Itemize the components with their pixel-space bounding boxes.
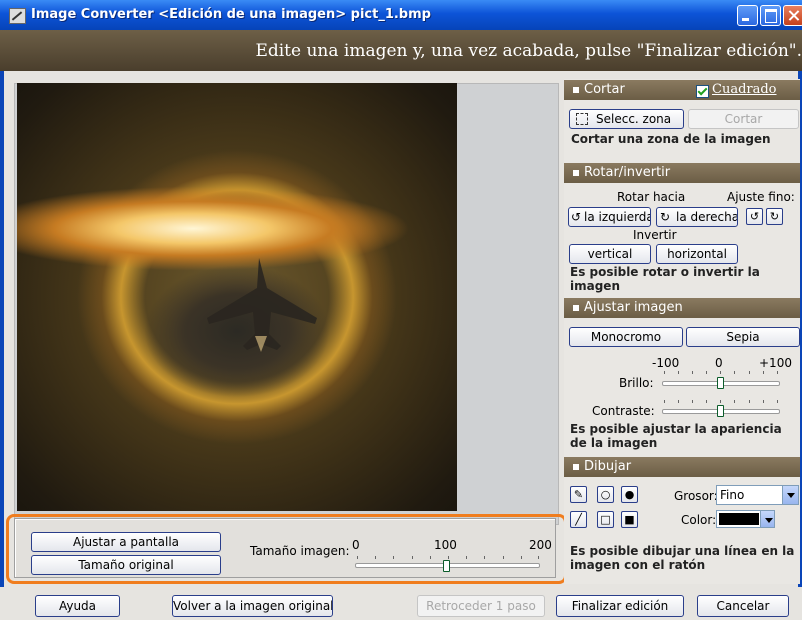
fine-rotate-right-icon: ↻ bbox=[769, 210, 780, 223]
jet-silhouette bbox=[207, 258, 317, 352]
rotate-right-label: la derecha bbox=[676, 210, 738, 224]
chevron-down-icon bbox=[782, 486, 798, 504]
brightness-slider-thumb[interactable] bbox=[717, 377, 724, 389]
contrast-slider-thumb[interactable] bbox=[717, 405, 724, 417]
close-button[interactable] bbox=[783, 5, 802, 26]
adjust-scale-mid: 0 bbox=[715, 356, 723, 370]
rectangle-tool-button[interactable]: □ bbox=[597, 511, 614, 528]
fine-rotate-right-button[interactable]: ↻ bbox=[766, 208, 783, 225]
fine-rotate-left-icon: ↺ bbox=[749, 210, 760, 223]
sepia-button[interactable]: Sepia bbox=[686, 327, 800, 347]
app-icon bbox=[9, 8, 26, 24]
rotate-right-icon: ↻ bbox=[660, 210, 671, 224]
chevron-down-icon bbox=[760, 511, 774, 527]
line-icon: ╱ bbox=[575, 513, 582, 526]
contrast-label: Contraste: bbox=[592, 404, 655, 418]
window-border-left bbox=[0, 71, 4, 620]
rotate-right-button[interactable]: ↻ la derecha bbox=[656, 207, 738, 227]
brightness-ticks bbox=[664, 371, 778, 374]
pen-tool-button[interactable]: ✎ bbox=[570, 486, 587, 503]
select-zone-label: Selecc. zona bbox=[596, 112, 672, 126]
thickness-select[interactable]: Fino bbox=[716, 485, 799, 505]
section-bullet-icon bbox=[573, 170, 579, 176]
thickness-value: Fino bbox=[720, 488, 745, 502]
rotate-left-button[interactable]: ↺ la izquierda bbox=[568, 207, 651, 227]
color-select[interactable] bbox=[716, 510, 775, 528]
rectangle-outline-icon: □ bbox=[600, 513, 611, 526]
maximize-button[interactable] bbox=[760, 5, 781, 26]
cancel-button[interactable]: Cancelar bbox=[697, 595, 789, 617]
contrast-ticks bbox=[664, 400, 778, 403]
title-bar[interactable]: Image Converter <Edición de una imagen> … bbox=[0, 0, 802, 30]
draw-title: Dibujar bbox=[584, 459, 632, 474]
image-preview[interactable] bbox=[17, 83, 457, 511]
finish-edit-button[interactable]: Finalizar edición bbox=[556, 595, 684, 617]
fine-adjust-label: Ajuste fino: bbox=[727, 190, 795, 204]
color-label: Color: bbox=[681, 513, 717, 527]
adjust-section-header: Ajustar imagen bbox=[564, 298, 800, 318]
crop-title: Cortar bbox=[584, 82, 625, 97]
section-bullet-icon bbox=[573, 305, 579, 311]
adjust-scale-max: +100 bbox=[759, 356, 792, 370]
rotate-left-label: la izquierda bbox=[584, 210, 651, 224]
cut-button[interactable]: Cortar bbox=[688, 109, 799, 129]
rotate-section-header: Rotar/invertir bbox=[564, 163, 800, 183]
selection-icon bbox=[576, 113, 588, 125]
rotate-left-icon: ↺ bbox=[571, 210, 582, 224]
filled-rectangle-icon: ■ bbox=[624, 513, 635, 526]
instruction-text: Edite una imagen y, una vez acabada, pul… bbox=[255, 41, 802, 61]
brightness-label: Brillo: bbox=[619, 376, 654, 390]
fine-rotate-left-button[interactable]: ↺ bbox=[746, 208, 763, 225]
app-window: Image Converter <Edición de una imagen> … bbox=[0, 0, 802, 620]
size-panel-highlight bbox=[6, 514, 567, 584]
crop-description: Cortar una zona de la imagen bbox=[571, 132, 771, 146]
pencil-icon: ✎ bbox=[573, 488, 584, 501]
select-zone-button[interactable]: Selecc. zona bbox=[569, 109, 684, 129]
flip-vertical-button[interactable]: vertical bbox=[569, 244, 651, 264]
undo-step-button[interactable]: Retroceder 1 paso bbox=[417, 595, 545, 617]
draw-description: Es posible dibujar una línea en la image… bbox=[570, 544, 795, 572]
adjust-description: Es posible ajustar la apariencia de la i… bbox=[570, 422, 782, 450]
circle-outline-icon: ○ bbox=[600, 488, 611, 501]
draw-section-header: Dibujar bbox=[564, 457, 800, 477]
flip-horizontal-button[interactable]: horizontal bbox=[656, 244, 738, 264]
thickness-label: Grosor: bbox=[674, 489, 718, 503]
color-swatch bbox=[719, 513, 759, 525]
square-checkbox[interactable] bbox=[696, 85, 709, 98]
instruction-banner: Edite una imagen y, una vez acabada, pul… bbox=[0, 30, 802, 71]
rotate-title: Rotar/invertir bbox=[584, 165, 671, 180]
circle-tool-button[interactable]: ○ bbox=[597, 486, 614, 503]
window-title: Image Converter <Edición de una imagen> … bbox=[31, 7, 431, 22]
filled-circle-icon: ● bbox=[624, 488, 635, 501]
rotate-label: Rotar hacia bbox=[617, 190, 686, 204]
square-label[interactable]: Cuadrado bbox=[712, 82, 777, 97]
invert-label: Invertir bbox=[633, 228, 677, 242]
minimize-button[interactable] bbox=[737, 5, 758, 26]
filled-circle-tool-button[interactable]: ● bbox=[621, 486, 638, 503]
filled-rectangle-tool-button[interactable]: ■ bbox=[621, 511, 638, 528]
monochrome-button[interactable]: Monocromo bbox=[569, 327, 683, 347]
help-button[interactable]: Ayuda bbox=[35, 595, 120, 617]
line-tool-button[interactable]: ╱ bbox=[570, 511, 587, 528]
section-bullet-icon bbox=[573, 464, 579, 470]
adjust-scale-min: -100 bbox=[652, 356, 680, 370]
section-bullet-icon bbox=[573, 87, 579, 93]
adjust-title: Ajustar imagen bbox=[584, 300, 683, 315]
rotate-description: Es posible rotar o invertir la imagen bbox=[570, 265, 760, 293]
revert-original-button[interactable]: Volver a la imagen original bbox=[172, 595, 333, 617]
